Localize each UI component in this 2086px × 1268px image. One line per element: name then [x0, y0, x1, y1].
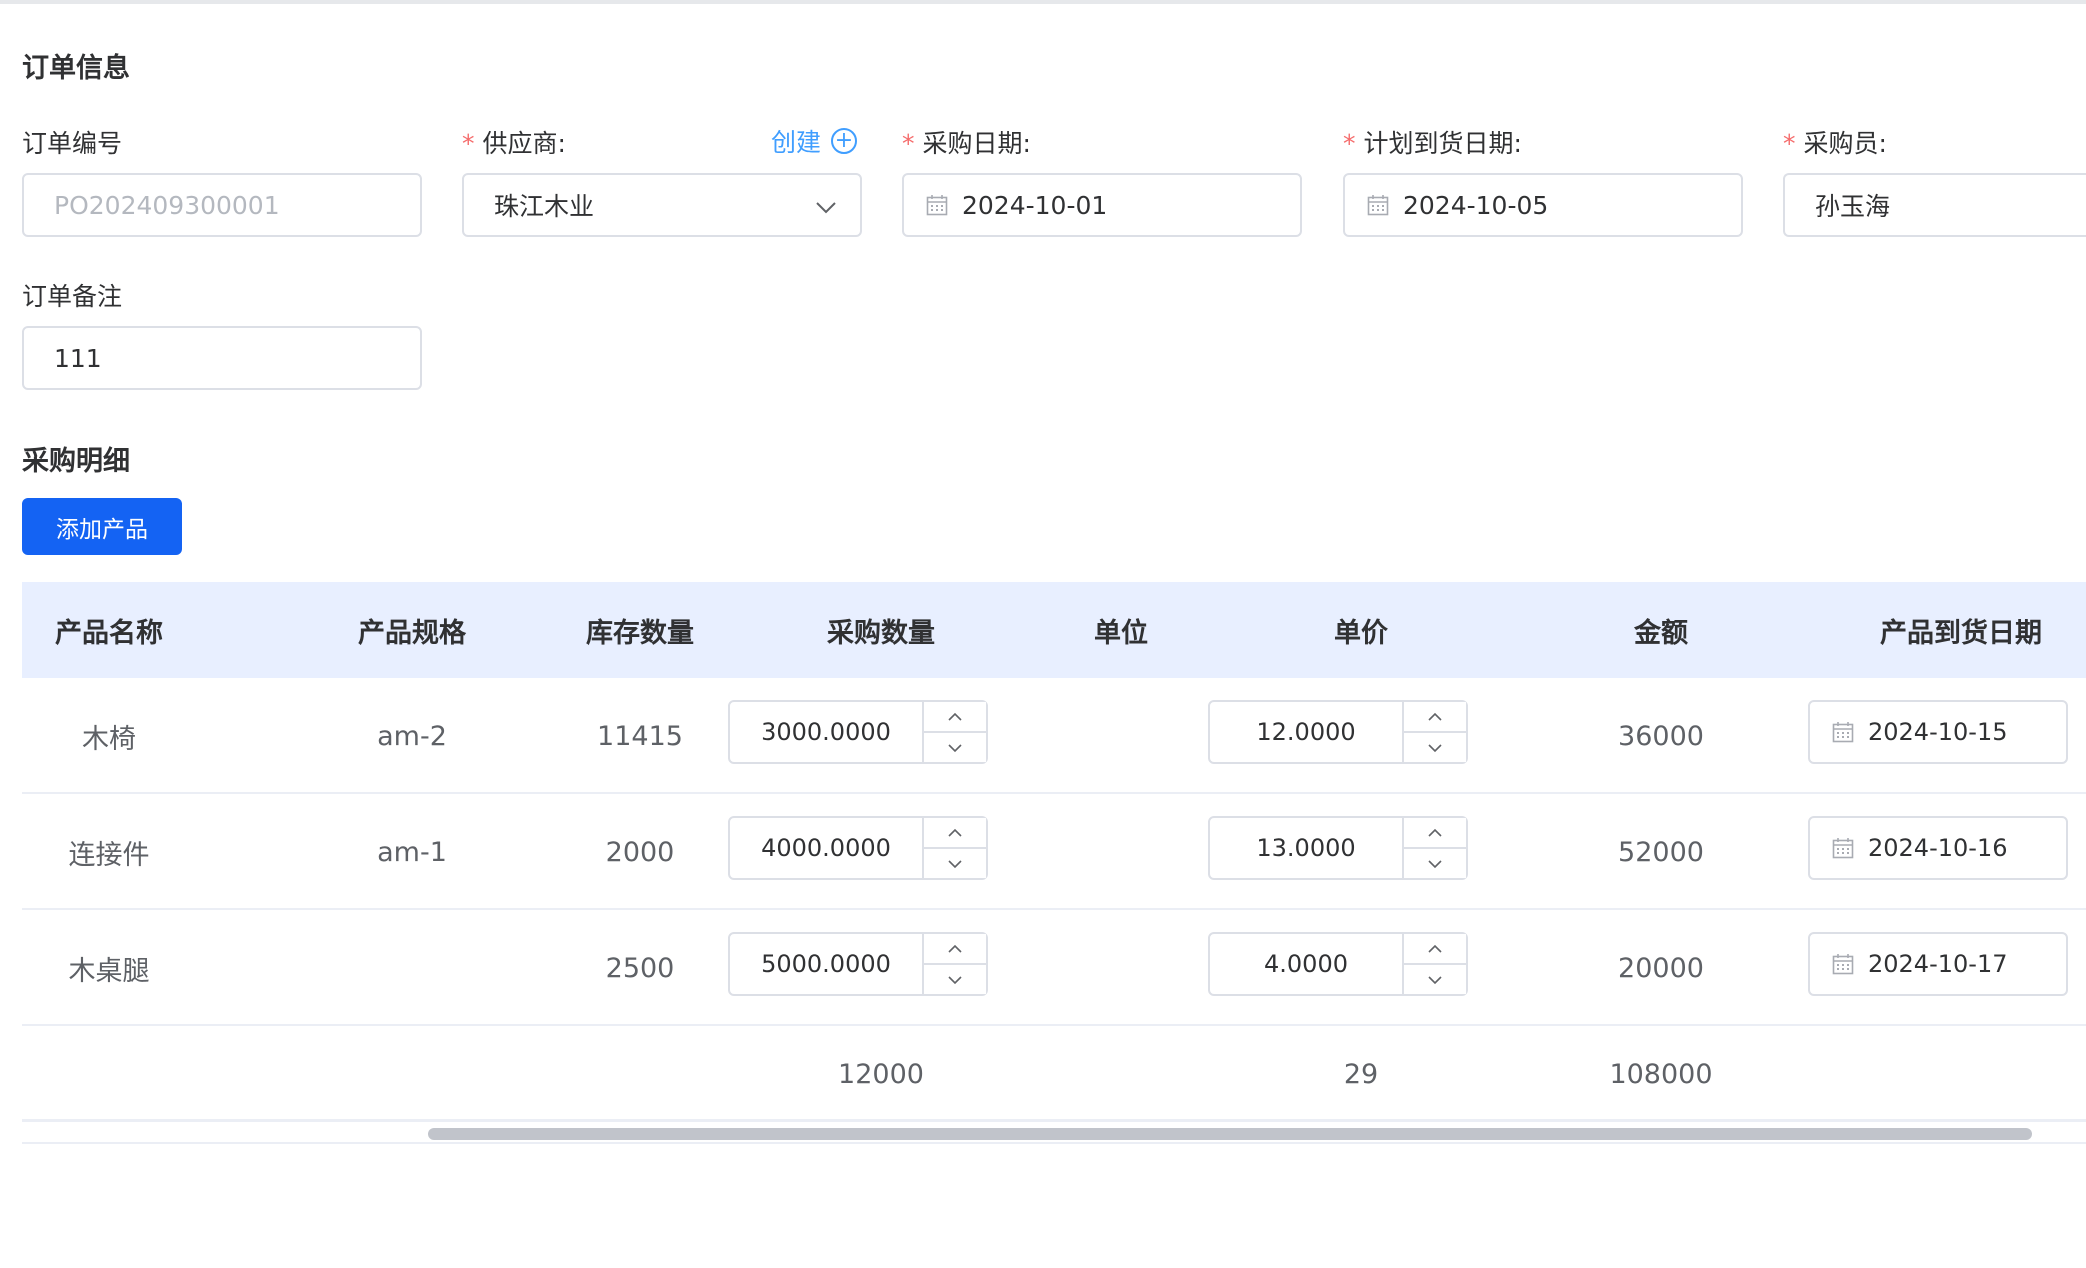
stock-qty: 2000 — [605, 836, 675, 868]
price-stepper[interactable]: 4.0000 — [1208, 932, 1468, 996]
sum-amount: 108000 — [1609, 1058, 1713, 1090]
supplier-value: 珠江木业 — [494, 192, 595, 221]
qty-value: 3000.0000 — [761, 718, 891, 746]
price-stepper[interactable]: 12.0000 — [1208, 700, 1468, 764]
order-no-placeholder: PO202409300001 — [54, 190, 280, 220]
horizontal-scrollbar[interactable] — [22, 1124, 2086, 1144]
required-mark: * — [902, 129, 915, 158]
purchase-date-label: * 采购日期: — [902, 124, 1031, 160]
required-mark: * — [462, 129, 475, 158]
calendar-icon — [926, 194, 948, 216]
qty-value: 5000.0000 — [761, 950, 891, 978]
planned-arrival-label-text: 计划到货日期: — [1363, 129, 1522, 158]
table-header: 产品名称 产品规格 库存数量 采购数量 单位 单价 金额 产品到货日期 — [22, 582, 2086, 678]
purchase-date-value: 2024-10-01 — [962, 190, 1108, 220]
col-amount: 金额 — [1634, 617, 1688, 649]
arrival-date-picker[interactable]: 2024-10-16 — [1808, 816, 2068, 880]
table-row: 木桌腿 2500 5000.0000 4.0000 20000 2024-10-… — [22, 910, 2086, 1026]
col-stock: 库存数量 — [586, 617, 694, 649]
col-product-name: 产品名称 — [55, 617, 163, 649]
planned-arrival-value: 2024-10-05 — [1403, 190, 1549, 220]
qty-stepper[interactable]: 3000.0000 — [728, 700, 988, 764]
buyer-value: 孙玉海 — [1815, 192, 1891, 221]
calendar-icon — [1832, 721, 1854, 743]
product-name: 连接件 — [68, 839, 150, 871]
chevron-down-icon — [816, 202, 836, 214]
buyer-label-text: 采购员: — [1803, 129, 1887, 158]
product-name: 木桌腿 — [68, 955, 150, 987]
arrow-up-icon[interactable] — [1404, 702, 1466, 733]
col-price: 单价 — [1334, 617, 1388, 649]
required-mark: * — [1783, 129, 1796, 158]
stock-qty: 2500 — [605, 952, 675, 984]
arrival-date-value: 2024-10-15 — [1868, 718, 2008, 746]
qty-value: 4000.0000 — [761, 834, 891, 862]
buyer-input[interactable]: 孙玉海 — [1783, 173, 2086, 237]
order-no-label: 订单编号 — [22, 129, 123, 158]
sum-qty: 12000 — [838, 1058, 924, 1090]
arrow-up-icon[interactable] — [1404, 934, 1466, 965]
amount: 20000 — [1618, 952, 1704, 984]
arrival-date-value: 2024-10-16 — [1868, 834, 2008, 862]
product-name: 木椅 — [82, 723, 136, 755]
stock-qty: 11415 — [597, 720, 683, 752]
purchase-date-label-text: 采购日期: — [922, 129, 1031, 158]
calendar-icon — [1832, 837, 1854, 859]
calendar-icon — [1367, 194, 1389, 216]
purchase-detail-table: 产品名称 产品规格 库存数量 采购数量 单位 单价 金额 产品到货日期 木椅 a… — [22, 582, 2086, 1122]
order-no-input[interactable]: PO202409300001 — [22, 173, 422, 237]
col-arrival-date: 产品到货日期 — [1880, 617, 2042, 649]
arrival-date-picker[interactable]: 2024-10-15 — [1808, 700, 2068, 764]
arrow-down-icon[interactable] — [1404, 733, 1466, 762]
table-row: 连接件 am-1 2000 4000.0000 13.0000 52000 20… — [22, 794, 2086, 910]
qty-stepper[interactable]: 5000.0000 — [728, 932, 988, 996]
remark-label: 订单备注 — [22, 282, 123, 311]
supplier-select[interactable]: 珠江木业 — [462, 173, 862, 237]
remark-value: 111 — [54, 343, 102, 373]
sum-price: 29 — [1343, 1058, 1379, 1090]
add-product-button[interactable]: 添加产品 — [22, 498, 182, 555]
remark-input[interactable]: 111 — [22, 326, 422, 390]
arrow-down-icon[interactable] — [1404, 965, 1466, 994]
buyer-label: * 采购员: — [1783, 124, 1887, 160]
price-stepper[interactable]: 13.0000 — [1208, 816, 1468, 880]
details-title: 采购明细 — [22, 446, 130, 477]
arrow-up-icon[interactable] — [1404, 818, 1466, 849]
arrival-date-picker[interactable]: 2024-10-17 — [1808, 932, 2068, 996]
arrow-down-icon[interactable] — [1404, 849, 1466, 878]
planned-arrival-picker[interactable]: 2024-10-05 — [1343, 173, 1743, 237]
supplier-label: * 供应商: — [462, 124, 566, 160]
amount: 36000 — [1618, 720, 1704, 752]
order-info-title: 订单信息 — [22, 53, 130, 84]
create-supplier-link[interactable]: 创建 + — [771, 123, 858, 159]
qty-stepper[interactable]: 4000.0000 — [728, 816, 988, 880]
required-mark: * — [1343, 129, 1356, 158]
create-link-text: 创建 — [771, 128, 822, 157]
amount: 52000 — [1618, 836, 1704, 868]
purchase-date-picker[interactable]: 2024-10-01 — [902, 173, 1302, 237]
col-spec: 产品规格 — [358, 617, 466, 649]
price-value: 12.0000 — [1256, 718, 1356, 746]
plus-circle-icon: + — [831, 128, 858, 154]
planned-arrival-label: * 计划到货日期: — [1343, 124, 1522, 160]
price-value: 13.0000 — [1256, 834, 1356, 862]
product-spec: am-2 — [377, 720, 447, 752]
price-value: 4.0000 — [1264, 950, 1348, 978]
product-spec — [262, 910, 562, 1026]
product-spec: am-1 — [377, 836, 447, 868]
top-divider — [0, 0, 2086, 4]
scrollbar-thumb[interactable] — [428, 1128, 2032, 1140]
arrival-date-value: 2024-10-17 — [1868, 950, 2008, 978]
summary-row: 12000 29 108000 — [22, 1026, 2086, 1122]
table-row: 木椅 am-2 11415 3000.0000 12.0000 36000 20… — [22, 678, 2086, 794]
supplier-label-text: 供应商: — [482, 129, 566, 158]
calendar-icon — [1832, 953, 1854, 975]
